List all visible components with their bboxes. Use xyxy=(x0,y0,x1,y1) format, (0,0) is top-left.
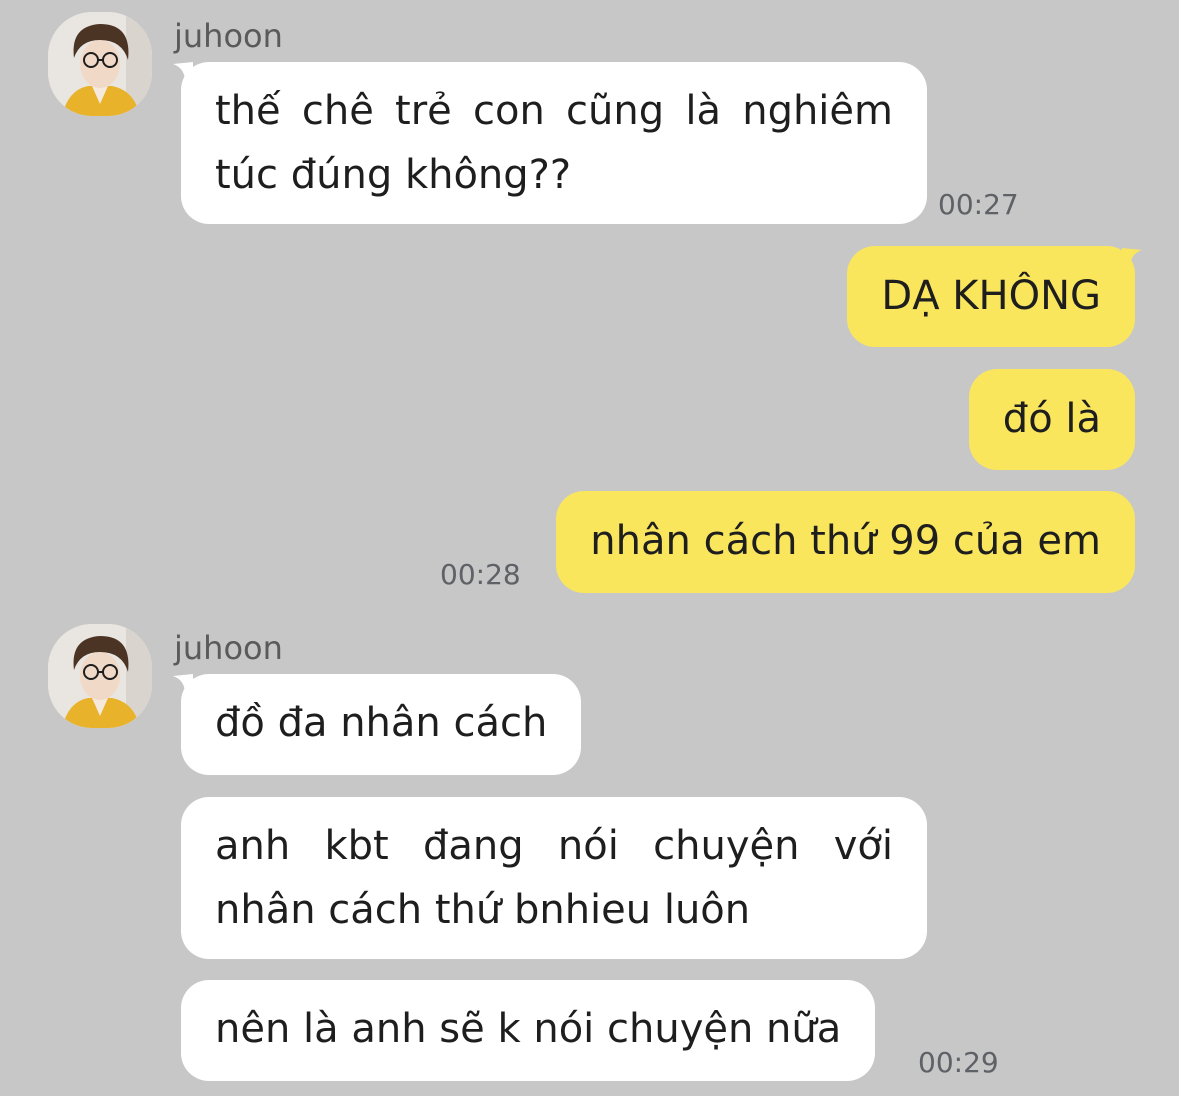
sender-name: juhoon xyxy=(174,629,283,667)
message-bubble-incoming[interactable]: thế chê trẻ con cũng là nghiêm túc đúng … xyxy=(181,62,927,224)
avatar-photo xyxy=(48,624,152,728)
avatar-photo xyxy=(48,12,152,116)
sender-name: juhoon xyxy=(174,17,283,55)
message-timestamp: 00:29 xyxy=(918,1046,999,1079)
message-text: nên là anh sẽ k nói chuyện nữa xyxy=(215,1006,842,1052)
message-bubble-incoming[interactable]: đồ đa nhân cách xyxy=(181,674,582,775)
message-bubble-outgoing[interactable]: DẠ KHÔNG xyxy=(847,246,1135,347)
avatar[interactable] xyxy=(48,12,152,116)
avatar[interactable] xyxy=(48,624,152,728)
message-timestamp: 00:28 xyxy=(440,558,521,591)
message-bubble-incoming[interactable]: nên là anh sẽ k nói chuyện nữa xyxy=(181,980,876,1081)
message-timestamp: 00:27 xyxy=(938,188,1019,221)
message-text: túc đúng không?? xyxy=(215,152,572,198)
message-text: anh kbt đang nói chuyện với xyxy=(215,823,893,869)
message-text: nhân cách thứ bnhieu luôn xyxy=(215,887,751,933)
message-bubble-outgoing[interactable]: đó là xyxy=(968,369,1135,470)
message-text: đó là xyxy=(1002,396,1101,442)
message-text: thế chê trẻ con cũng là nghiêm xyxy=(215,88,893,134)
message-bubble-incoming[interactable]: anh kbt đang nói chuyện với nhân cách th… xyxy=(181,797,927,959)
message-bubble-outgoing[interactable]: nhân cách thứ 99 của em xyxy=(556,491,1135,593)
message-text: đồ đa nhân cách xyxy=(215,700,548,746)
message-text: nhân cách thứ 99 của em xyxy=(590,518,1101,564)
message-text: DẠ KHÔNG xyxy=(881,273,1101,319)
